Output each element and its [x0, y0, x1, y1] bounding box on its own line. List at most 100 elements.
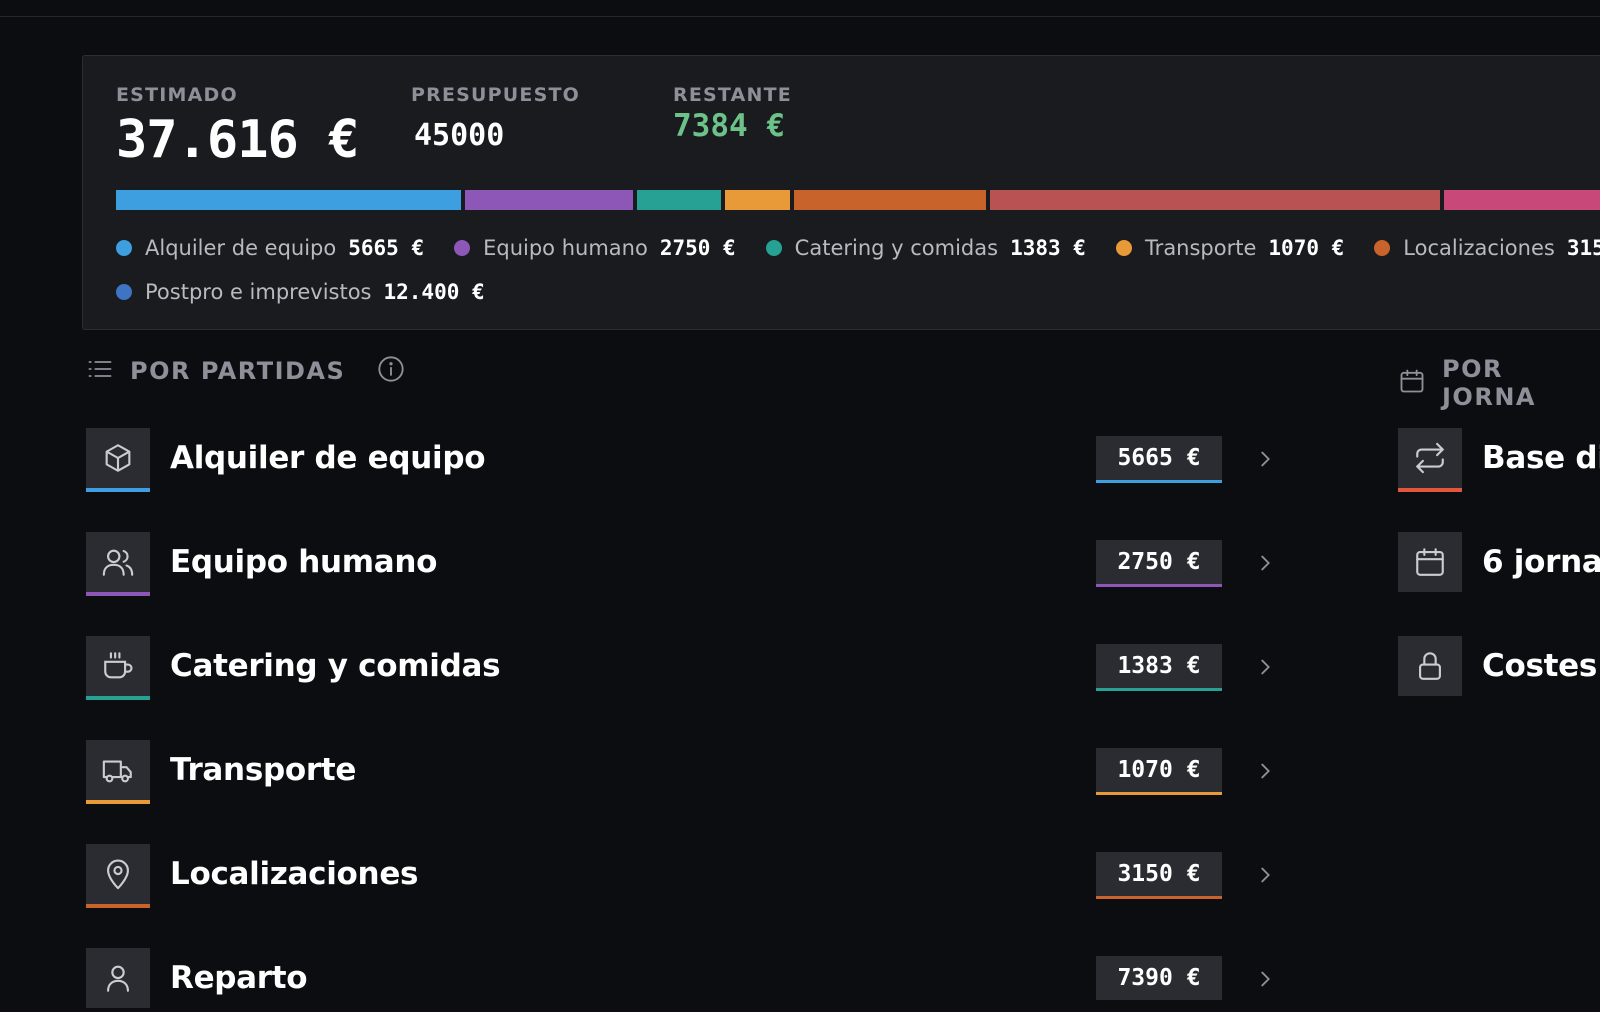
legend-value: 5665 € [348, 236, 425, 260]
legend-dot-icon [765, 240, 782, 256]
partida-amount[interactable]: 2750 € [1096, 540, 1222, 587]
partida-row-reparto[interactable]: Reparto 7390 € [86, 948, 1286, 1012]
jornada-name: Costes f [1482, 648, 1600, 684]
partida-row-catering[interactable]: Catering y comidas 1383 € [86, 636, 1286, 700]
legend-item: Postpro e imprevistos 12.400 € [116, 280, 485, 304]
legend-dot-icon [116, 284, 132, 300]
estimated-stat: ESTIMADO 37.616 € [116, 84, 359, 170]
partida-name: Alquiler de equipo [170, 440, 486, 476]
jornada-name: Base dia [1482, 440, 1600, 476]
partida-amount[interactable]: 3150 € [1096, 852, 1222, 899]
jornada-row-base[interactable]: Base dia [1398, 428, 1600, 492]
budget-value[interactable]: 45000 [411, 118, 580, 153]
amount-color-line [1096, 584, 1222, 587]
amount-color-line [1096, 792, 1222, 795]
cost-legend: Alquiler de equipo 5665 € Equipo humano … [116, 226, 1600, 314]
partida-amount-text: 2750 € [1117, 549, 1201, 575]
breakdown-segment [636, 190, 721, 210]
partida-amount-text: 1070 € [1117, 757, 1201, 783]
jornada-row-costes[interactable]: Costes f [1398, 636, 1600, 700]
remaining-label: RESTANTE [673, 84, 792, 106]
map-pin-icon [86, 844, 150, 908]
legend-value: 12.400 € [383, 280, 485, 304]
legend-value: 1383 € [1010, 236, 1086, 260]
repeat-icon [1398, 428, 1462, 492]
partida-name: Reparto [170, 960, 308, 996]
category-color-line [86, 904, 150, 908]
legend-label: Postpro e imprevistos [145, 280, 372, 304]
amount-color-line [1096, 688, 1222, 691]
breakdown-segment [794, 190, 986, 210]
partida-amount[interactable]: 7390 € [1096, 956, 1222, 1000]
legend-label: Transporte [1144, 236, 1257, 260]
legend-dot-icon [116, 240, 132, 256]
chevron-right-icon[interactable] [1254, 550, 1276, 580]
chevron-right-icon[interactable] [1254, 862, 1276, 892]
legend-row: Alquiler de equipo 5665 € Equipo humano … [116, 226, 1600, 270]
jornadas-title: POR JORNA [1442, 355, 1536, 411]
budget-stat: PRESUPUESTO 45000 [411, 84, 580, 153]
partidas-section-header: POR PARTIDAS [86, 355, 405, 387]
estimated-label: ESTIMADO [116, 84, 238, 106]
legend-item: Transporte 1070 € [1115, 236, 1345, 260]
legend-dot-icon [1374, 240, 1391, 256]
breakdown-segment [465, 190, 633, 210]
legend-label: Equipo humano [483, 236, 648, 260]
jornada-row-jornadas[interactable]: 6 jornad [1398, 532, 1600, 596]
legend-dot-icon [1115, 240, 1132, 256]
list-icon [86, 355, 114, 387]
user-icon [86, 948, 150, 1008]
partida-name: Catering y comidas [170, 648, 501, 684]
amount-color-line [1096, 480, 1222, 483]
cost-breakdown-bar [116, 190, 1600, 210]
partida-row-alquiler[interactable]: Alquiler de equipo 5665 € [86, 428, 1286, 492]
coffee-icon [86, 636, 150, 700]
breakdown-segment [989, 190, 1441, 210]
partida-amount[interactable]: 1070 € [1096, 748, 1222, 795]
category-color-line [86, 696, 150, 700]
estimated-value: 37.616 € [116, 110, 359, 170]
legend-item: Alquiler de equipo 5665 € [116, 236, 424, 260]
legend-item: Catering y comidas 1383 € [765, 236, 1086, 260]
budget-summary-card: ESTIMADO 37.616 € PRESUPUESTO 45000 REST… [82, 55, 1600, 330]
partida-amount[interactable]: 5665 € [1096, 436, 1222, 483]
partida-name: Transporte [170, 752, 357, 788]
legend-label: Alquiler de equipo [145, 236, 337, 260]
partida-name: Localizaciones [170, 856, 419, 892]
info-icon[interactable] [377, 355, 405, 387]
legend-label: Catering y comidas [794, 236, 999, 260]
truck-icon [86, 740, 150, 804]
partida-amount[interactable]: 1383 € [1096, 644, 1222, 691]
users-icon [86, 532, 150, 596]
chevron-right-icon[interactable] [1254, 446, 1276, 476]
legend-label: Localizaciones [1403, 236, 1555, 260]
breakdown-segment [116, 190, 462, 210]
category-color-line [86, 592, 150, 596]
legend-value: 3150 € [1566, 236, 1600, 260]
legend-value: 1070 € [1268, 236, 1345, 260]
partida-amount-text: 3150 € [1117, 861, 1201, 887]
budget-label: PRESUPUESTO [411, 84, 580, 106]
category-color-line [86, 488, 150, 492]
chevron-right-icon[interactable] [1254, 758, 1276, 788]
calendar-icon [1398, 532, 1462, 592]
jornada-name: 6 jornad [1482, 544, 1600, 580]
category-color-line [86, 800, 150, 804]
legend-dot-icon [454, 240, 471, 256]
legend-item: Equipo humano 2750 € [454, 236, 736, 260]
lock-icon [1398, 636, 1462, 696]
partida-row-localizaciones[interactable]: Localizaciones 3150 € [86, 844, 1286, 908]
partidas-title: POR PARTIDAS [130, 357, 346, 385]
chevron-right-icon[interactable] [1254, 654, 1276, 684]
amount-color-line [1096, 896, 1222, 899]
jornadas-section-header: POR JORNA [1398, 355, 1600, 411]
partida-amount-text: 5665 € [1117, 445, 1201, 471]
partida-amount-text: 7390 € [1117, 965, 1201, 991]
partida-row-transporte[interactable]: Transporte 1070 € [86, 740, 1286, 804]
legend-row: Postpro e imprevistos 12.400 € [116, 270, 1600, 314]
remaining-stat: RESTANTE 7384 € [673, 84, 792, 144]
breakdown-segment [1444, 190, 1600, 210]
partida-row-equipo-humano[interactable]: Equipo humano 2750 € [86, 532, 1286, 596]
chevron-right-icon[interactable] [1254, 966, 1276, 996]
category-color-line [1398, 488, 1462, 492]
